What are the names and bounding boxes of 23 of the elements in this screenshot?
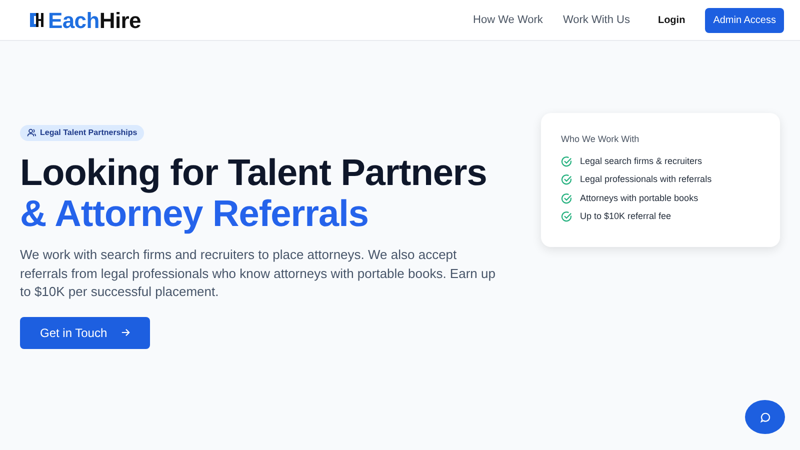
nav-link[interactable]: How We Work [473, 12, 543, 28]
logo-icon [30, 12, 44, 28]
login-link[interactable]: Login [658, 12, 686, 28]
admin-access-button[interactable]: Admin Access [705, 8, 784, 32]
logo-text[interactable]: EachHire [48, 4, 141, 36]
list-item-text: Legal search firms & recruiters [580, 154, 702, 168]
people-icon [27, 128, 36, 137]
card-title: Who We Work With [561, 133, 640, 146]
get-in-touch-button[interactable]: Get in Touch [20, 316, 150, 349]
chat-button[interactable] [745, 400, 785, 434]
category-badge: Legal Talent Partnerships [20, 124, 144, 140]
check-circle-icon [561, 156, 572, 167]
hero-description: We work with search firms and recruiters to place attorneys. We also accept referrals from legal professionals who know attorneys with portable books. Earn up to $10K per successful placement. [20, 246, 496, 301]
chat-icon [760, 412, 770, 422]
list-item-text: Up to $10K referral fee [580, 210, 672, 223]
check-circle-icon [561, 211, 572, 222]
check-circle-icon [561, 174, 572, 186]
nav-link[interactable]: Work With Us [562, 12, 630, 28]
check-circle-icon [561, 192, 572, 204]
list-item-text: Attorneys with portable books [580, 192, 698, 205]
hero-heading: Looking for Talent Partners & Attorney Referrals [20, 153, 488, 234]
list-item-text: Legal professionals with referrals [580, 173, 712, 186]
arrow-right-icon [121, 328, 130, 338]
